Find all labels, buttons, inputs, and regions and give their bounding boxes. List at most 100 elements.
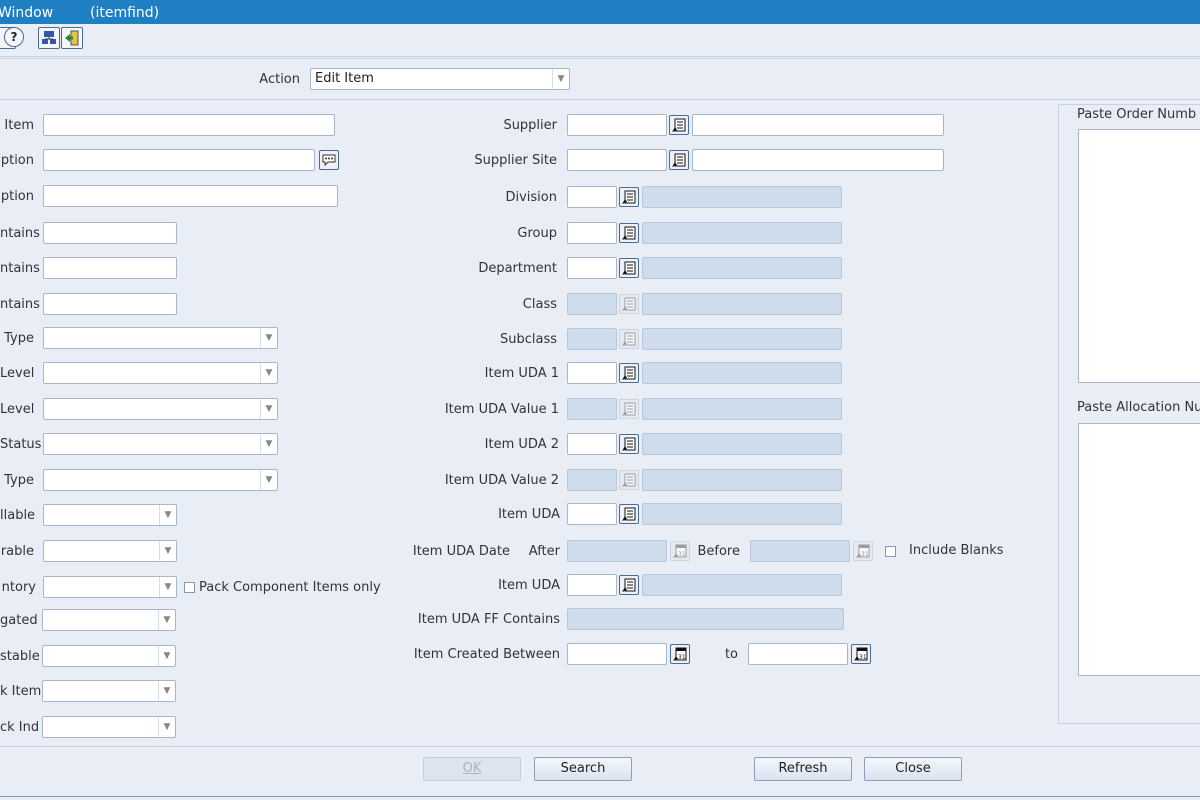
item-uda-b-input[interactable]: [567, 574, 617, 596]
item-uda-input[interactable]: [567, 503, 617, 525]
subclass-name-display: [642, 328, 842, 350]
department-input[interactable]: [567, 257, 617, 279]
supplier-site-name-input[interactable]: [692, 149, 944, 171]
calendar-icon[interactable]: 31: [851, 644, 871, 664]
status-select[interactable]: ▼: [43, 433, 278, 455]
item-created-between-label: Item Created Between: [413, 647, 560, 662]
contains-1-input[interactable]: [43, 222, 177, 244]
group-label: Group: [517, 226, 557, 241]
list-of-values-icon[interactable]: [619, 363, 639, 383]
item-uda-b-label: Item UDA: [498, 578, 560, 593]
type-select[interactable]: ▼: [43, 327, 278, 349]
paste-order-label: Paste Order Numb: [1077, 107, 1197, 122]
svg-text:31: 31: [678, 654, 686, 661]
item-uda-value-2-input: [567, 469, 617, 491]
supplier-input[interactable]: [567, 114, 667, 136]
refresh-button[interactable]: Refresh: [754, 757, 852, 781]
paste-allocation-textarea[interactable]: [1078, 423, 1200, 676]
supplier-site-input[interactable]: [567, 149, 667, 171]
group-input[interactable]: [567, 222, 617, 244]
item-uda-value-1-label: Item UDA Value 1: [444, 402, 559, 417]
field-label-orderable: rable: [0, 544, 34, 559]
division-label: Division: [505, 190, 557, 205]
item-uda-1-input[interactable]: [567, 362, 617, 384]
item-uda-ff-label: Item UDA FF Contains: [417, 612, 560, 627]
include-blanks-label: Include Blanks: [909, 543, 1004, 558]
contains-2-input[interactable]: [43, 257, 177, 279]
pack-component-label: Pack Component Items only: [199, 580, 381, 595]
item-uda-b-name-display: [642, 574, 842, 596]
supplier-label: Supplier: [503, 118, 557, 133]
pack-item-select[interactable]: ▼: [42, 680, 176, 702]
pack-component-checkbox[interactable]: [184, 582, 195, 593]
help-icon[interactable]: ?: [4, 27, 24, 47]
list-of-values-icon[interactable]: [619, 504, 639, 524]
list-of-values-icon[interactable]: [619, 187, 639, 207]
pack-ind-select[interactable]: ▼: [42, 716, 176, 738]
field-label-description-2: ption: [0, 189, 34, 204]
chevron-down-icon: ▼: [260, 399, 277, 419]
list-of-values-icon: [619, 294, 639, 314]
list-of-values-icon[interactable]: [669, 150, 689, 170]
exit-icon[interactable]: [61, 27, 83, 49]
chevron-down-icon: ▼: [159, 577, 176, 597]
to-label: to: [724, 647, 738, 662]
supplier-name-input[interactable]: [692, 114, 944, 136]
level-1-select[interactable]: ▼: [43, 362, 278, 384]
list-of-values-icon[interactable]: [669, 115, 689, 135]
class-name-display: [642, 293, 842, 315]
chevron-down-icon: ▼: [260, 470, 277, 490]
item-uda-2-label: Item UDA 2: [484, 437, 559, 452]
item-uda-date-label: Item UDA Date: [412, 544, 510, 559]
department-name-display: [642, 257, 842, 279]
group-name-display: [642, 222, 842, 244]
chevron-down-icon: ▼: [260, 363, 277, 383]
type-2-select[interactable]: ▼: [43, 469, 278, 491]
description-2-input[interactable]: [43, 185, 338, 207]
supplier-site-label: Supplier Site: [474, 153, 557, 168]
chevron-down-icon: ▼: [552, 69, 569, 89]
field-label-forecastable: stable: [0, 649, 40, 664]
item-input[interactable]: [43, 114, 335, 136]
division-input[interactable]: [567, 186, 617, 208]
search-button[interactable]: Search: [534, 757, 632, 781]
toolbar: ?: [0, 24, 1200, 57]
item-uda-value-1-display: [642, 398, 842, 420]
division-name-display: [642, 186, 842, 208]
chevron-down-icon: ▼: [159, 541, 176, 561]
inventory-select[interactable]: ▼: [43, 576, 177, 598]
paste-order-textarea[interactable]: [1078, 129, 1200, 383]
orderable-select[interactable]: ▼: [43, 540, 177, 562]
level-2-select[interactable]: ▼: [43, 398, 278, 420]
field-label-description: ption: [0, 153, 34, 168]
list-of-values-icon[interactable]: [619, 258, 639, 278]
action-select[interactable]: Edit Item ▼: [310, 68, 570, 90]
contains-3-input[interactable]: [43, 293, 177, 315]
item-uda-label: Item UDA: [498, 507, 560, 522]
close-button[interactable]: Close: [864, 757, 962, 781]
list-of-values-icon[interactable]: [619, 575, 639, 595]
department-label: Department: [478, 261, 557, 276]
field-label-type-2: Type: [4, 473, 34, 488]
svg-text:31: 31: [678, 551, 686, 558]
field-label-pack-item: k Item: [0, 684, 42, 699]
created-to-date-input[interactable]: [748, 643, 848, 665]
calendar-icon: 31: [670, 541, 690, 561]
description-input[interactable]: [43, 149, 315, 171]
item-uda-2-input[interactable]: [567, 433, 617, 455]
list-of-values-icon[interactable]: [619, 434, 639, 454]
aggregated-select[interactable]: ▼: [42, 609, 176, 631]
calendar-icon[interactable]: 31: [670, 644, 690, 664]
speech-bubble-icon[interactable]: [319, 150, 339, 170]
ok-button[interactable]: OK: [423, 757, 521, 781]
forecastable-select[interactable]: ▼: [42, 645, 176, 667]
item-uda-1-label: Item UDA 1: [484, 366, 559, 381]
list-of-values-icon[interactable]: [619, 223, 639, 243]
network-icon[interactable]: [38, 27, 60, 49]
field-label-sellable: llable: [0, 508, 36, 523]
field-label-aggregated: gated: [0, 613, 38, 628]
include-blanks-checkbox[interactable]: [885, 546, 896, 557]
created-from-date-input[interactable]: [567, 643, 667, 665]
sellable-select[interactable]: ▼: [43, 504, 177, 526]
svg-text:31: 31: [859, 654, 867, 661]
